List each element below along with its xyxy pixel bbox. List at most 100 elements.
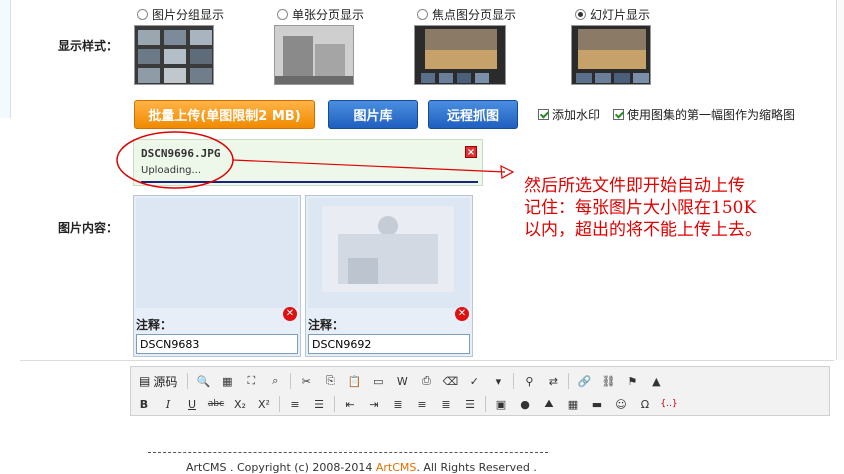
uploaded-image-thumbnail: [322, 206, 454, 292]
paste-text-icon[interactable]: ▭: [369, 372, 387, 390]
image-preview[interactable]: [308, 198, 470, 308]
single-preview-image: [275, 26, 353, 84]
scrollbar[interactable]: [836, 0, 844, 360]
outdent-icon[interactable]: ⇤: [341, 395, 359, 413]
radio-slideshow[interactable]: 幻灯片显示: [575, 6, 650, 23]
annotation-text: 然后所选文件即开始自动上传 记住：每张图片大小限在150K 以内，超出的将不能上…: [524, 175, 762, 241]
checkbox-checked-icon[interactable]: [613, 109, 624, 120]
toolbar-separator: [334, 396, 335, 412]
link-icon[interactable]: 🔗: [575, 372, 593, 390]
maximize-icon[interactable]: ⛶: [242, 372, 260, 390]
style-preview-slideshow[interactable]: [571, 25, 651, 85]
copy-icon[interactable]: ⎘: [321, 372, 339, 390]
note-label: 注释：: [308, 318, 345, 332]
special-char-icon[interactable]: Ω: [636, 395, 654, 413]
radio-label: 焦点图分页显示: [432, 8, 517, 22]
delete-icon[interactable]: ✕: [283, 307, 297, 321]
source-button[interactable]: ▤ 源码: [135, 373, 181, 390]
strikethrough-icon[interactable]: abc: [207, 395, 225, 413]
radio-focus-page[interactable]: 焦点图分页显示: [417, 6, 516, 23]
subscript-icon[interactable]: X₂: [231, 395, 249, 413]
toolbar-separator: [485, 396, 486, 412]
source-icon: ▤: [139, 374, 151, 388]
find-icon[interactable]: ⌕: [266, 372, 284, 390]
radio-group-display[interactable]: 图片分组显示: [137, 6, 224, 23]
toolbar-separator: [290, 373, 292, 389]
footer-brand-link[interactable]: ArtCMS: [376, 461, 417, 474]
annotation-line-2: 记住：每张图片大小限在150K: [524, 198, 757, 218]
align-left-icon[interactable]: ≣: [389, 395, 407, 413]
image-item: 注释： ✕: [133, 195, 301, 357]
style-preview-focus[interactable]: [414, 25, 506, 85]
anchor-flag-icon[interactable]: ⚑: [623, 372, 641, 390]
align-justify-icon[interactable]: ☰: [461, 395, 479, 413]
footer-divider: [148, 452, 548, 453]
note-input[interactable]: [136, 334, 298, 354]
radio-label: 幻灯片显示: [590, 8, 651, 22]
gallery-button[interactable]: 图片库: [328, 100, 418, 129]
ordered-list-icon[interactable]: ≡: [286, 395, 304, 413]
content-label: 图片内容：: [58, 221, 119, 235]
radio-icon[interactable]: [277, 9, 288, 20]
delete-icon[interactable]: ✕: [455, 307, 469, 321]
first-as-thumb-label: 使用图集的第一幅图作为缩略图: [627, 108, 796, 122]
radio-label: 单张分页显示: [292, 8, 365, 22]
radio-single-page[interactable]: 单张分页显示: [277, 6, 364, 23]
binoculars-icon[interactable]: ⚲: [520, 372, 538, 390]
horizontal-rule-icon[interactable]: ▬: [588, 395, 606, 413]
paste-word-icon[interactable]: W: [393, 372, 411, 390]
remote-fetch-button[interactable]: 远程抓图: [428, 100, 518, 129]
print-icon[interactable]: ⎙: [417, 372, 435, 390]
cut-icon[interactable]: ✂: [297, 372, 315, 390]
indent-icon[interactable]: ⇥: [365, 395, 383, 413]
photo-upload-icon[interactable]: ⛰: [540, 395, 558, 413]
toolbar-separator: [513, 373, 515, 389]
underline-icon[interactable]: U: [183, 395, 201, 413]
radio-icon[interactable]: [417, 9, 428, 20]
style-preview-single[interactable]: [274, 25, 354, 85]
align-right-icon[interactable]: ≣: [437, 395, 455, 413]
watermark-label: 添加水印: [552, 108, 601, 122]
bold-icon[interactable]: B: [135, 395, 153, 413]
footer-suffix: . All Rights Reserved .: [416, 461, 537, 474]
display-style-label: 显示样式：: [58, 39, 119, 53]
smiley-icon[interactable]: ☺: [612, 395, 630, 413]
batch-upload-button[interactable]: 批量上传(单图限制2 MB): [134, 100, 315, 129]
italic-icon[interactable]: I: [159, 395, 177, 413]
focus-preview-image: [421, 29, 497, 83]
align-center-icon[interactable]: ≡: [413, 395, 431, 413]
unordered-list-icon[interactable]: ☰: [310, 395, 328, 413]
note-label: 注释：: [136, 318, 173, 332]
image-icon[interactable]: ▣: [492, 395, 510, 413]
template-icon[interactable]: ▦: [218, 372, 236, 390]
radio-label: 图片分组显示: [152, 8, 225, 22]
stamp-icon[interactable]: ▲: [647, 372, 665, 390]
table-icon[interactable]: ▦: [564, 395, 582, 413]
code-icon[interactable]: {..}: [660, 395, 678, 413]
spellcheck-icon[interactable]: ✓: [465, 372, 483, 390]
image-preview[interactable]: [136, 198, 298, 308]
watermark-checkbox[interactable]: 添加水印: [538, 106, 600, 123]
annotation-line-1: 然后所选文件即开始自动上传: [524, 176, 745, 196]
style-preview-grid[interactable]: [134, 25, 214, 85]
radio-icon[interactable]: [137, 9, 148, 20]
spellcheck-dropdown-icon[interactable]: ▾: [489, 372, 507, 390]
superscript-icon[interactable]: X²: [255, 395, 273, 413]
divider: [20, 360, 834, 361]
annotation-line-3: 以内，超出的将不能上传上去。: [524, 220, 762, 240]
flash-icon[interactable]: ●: [516, 395, 534, 413]
toolbar-separator: [187, 373, 189, 389]
unlink-icon[interactable]: ⛓: [599, 372, 617, 390]
replace-icon[interactable]: ⇄: [544, 372, 562, 390]
eraser-icon[interactable]: ⌫: [441, 372, 459, 390]
grid-preview-image: [138, 30, 212, 83]
slideshow-preview-image: [576, 29, 649, 83]
first-as-thumb-checkbox[interactable]: 使用图集的第一幅图作为缩略图: [613, 106, 795, 123]
checkbox-checked-icon[interactable]: [538, 109, 549, 120]
preview-icon[interactable]: 🔍: [194, 372, 212, 390]
footer: ArtCMS . Copyright (c) 2008-2014 ArtCMS.…: [186, 461, 537, 474]
radio-selected-icon[interactable]: [575, 9, 586, 20]
toolbar-separator: [279, 396, 280, 412]
paste-icon[interactable]: 📋: [345, 372, 363, 390]
note-input[interactable]: [308, 334, 470, 354]
